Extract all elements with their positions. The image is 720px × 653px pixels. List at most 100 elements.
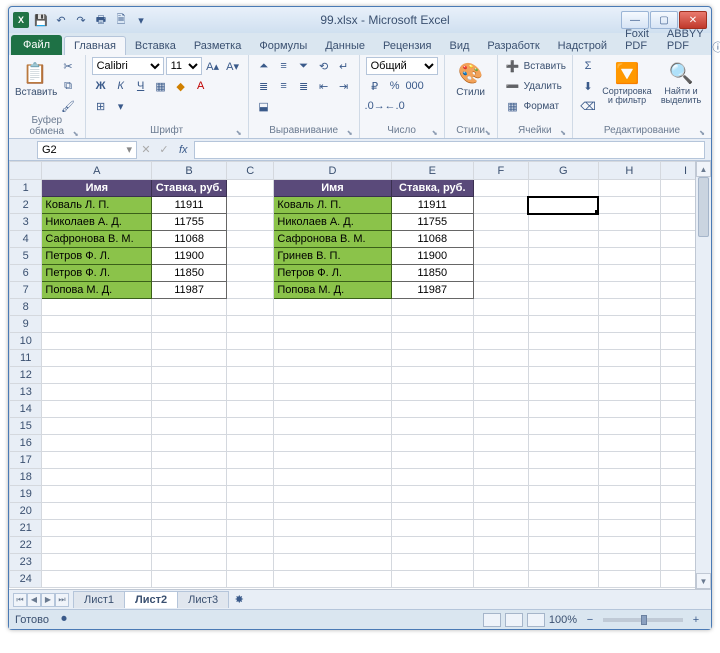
cell[interactable]: 11755 (391, 214, 473, 231)
cell[interactable] (274, 333, 391, 350)
cell[interactable] (42, 452, 152, 469)
more-font-icon[interactable]: ▾ (112, 97, 130, 115)
borders-icon[interactable]: ⊞ (92, 97, 110, 115)
cell[interactable]: Попова М. Д. (274, 282, 391, 299)
percent-icon[interactable]: % (386, 77, 404, 95)
cell[interactable] (152, 350, 227, 367)
cell[interactable]: Сафронова В. М. (42, 231, 152, 248)
col-header[interactable]: G (528, 162, 598, 180)
print-icon[interactable]: 🖶 (93, 12, 109, 28)
cancel-fx-icon[interactable]: ✕ (137, 141, 155, 159)
vertical-scrollbar[interactable]: ▲ ▼ (695, 161, 711, 589)
autosum-icon[interactable]: Σ (579, 57, 597, 75)
cell[interactable] (473, 571, 528, 588)
tab-foxit pdf[interactable]: Foxit PDF (616, 25, 658, 55)
zoom-slider[interactable] (603, 618, 683, 622)
sheet-next-icon[interactable]: ▶ (41, 593, 55, 607)
font-name-select[interactable]: Calibri (92, 57, 164, 75)
cell[interactable] (274, 503, 391, 520)
tab-разметка[interactable]: Разметка (185, 37, 251, 55)
cell[interactable] (391, 299, 473, 316)
view-layout-icon[interactable] (505, 613, 523, 627)
align-bottom-icon[interactable]: ⏷ (295, 57, 313, 75)
fx-icon[interactable]: fx (179, 144, 188, 156)
cell[interactable] (274, 316, 391, 333)
cell[interactable] (598, 435, 660, 452)
new-sheet-icon[interactable]: ✸ (230, 591, 248, 609)
cell[interactable] (473, 486, 528, 503)
cell[interactable] (473, 401, 528, 418)
row-header[interactable]: 16 (10, 435, 42, 452)
cell[interactable] (391, 333, 473, 350)
cell[interactable] (598, 384, 660, 401)
cell[interactable] (227, 537, 274, 554)
cell[interactable] (42, 537, 152, 554)
cell[interactable] (152, 384, 227, 401)
cell[interactable]: Петров Ф. Л. (42, 248, 152, 265)
italic-icon[interactable]: К (112, 77, 130, 95)
cell[interactable]: Ставка, руб. (391, 180, 473, 197)
align-top-icon[interactable]: ⏶ (255, 57, 273, 75)
cell[interactable] (473, 248, 528, 265)
cell[interactable]: 11755 (152, 214, 227, 231)
cell[interactable] (391, 452, 473, 469)
cell[interactable] (528, 299, 598, 316)
tab-file[interactable]: Файл (11, 35, 62, 55)
styles-button[interactable]: 🎨 Стили (451, 57, 491, 98)
cell[interactable] (42, 418, 152, 435)
cell[interactable] (528, 180, 598, 197)
row-header[interactable]: 3 (10, 214, 42, 231)
cell[interactable]: Петров Ф. Л. (42, 265, 152, 282)
cell[interactable] (473, 265, 528, 282)
cell[interactable] (152, 486, 227, 503)
cell[interactable] (274, 401, 391, 418)
clear-icon[interactable]: ⌫ (579, 97, 597, 115)
cell[interactable] (473, 503, 528, 520)
shrink-font-icon[interactable]: A▾ (224, 57, 242, 75)
cell[interactable] (473, 180, 528, 197)
dec-decimal-icon[interactable]: ←.0 (386, 97, 404, 115)
cell[interactable] (528, 384, 598, 401)
row-header[interactable]: 12 (10, 367, 42, 384)
cell[interactable] (598, 316, 660, 333)
cell[interactable]: 11911 (391, 197, 473, 214)
cell[interactable] (391, 571, 473, 588)
qat-dropdown-icon[interactable]: ▾ (133, 12, 149, 28)
cell[interactable] (227, 520, 274, 537)
cell[interactable] (42, 367, 152, 384)
cell[interactable] (42, 520, 152, 537)
cell[interactable]: 11900 (152, 248, 227, 265)
cell[interactable] (391, 469, 473, 486)
cell[interactable] (227, 333, 274, 350)
cell[interactable] (598, 452, 660, 469)
cell[interactable] (152, 316, 227, 333)
cell[interactable] (227, 503, 274, 520)
font-size-select[interactable]: 11 (166, 57, 202, 75)
grow-font-icon[interactable]: A▴ (204, 57, 222, 75)
cell[interactable] (42, 503, 152, 520)
cell[interactable] (528, 214, 598, 231)
cell[interactable] (274, 554, 391, 571)
cell[interactable]: Петров Ф. Л. (274, 265, 391, 282)
cell[interactable] (391, 503, 473, 520)
cell[interactable] (528, 537, 598, 554)
insert-cells-icon[interactable]: ➕ (504, 57, 522, 75)
col-header[interactable]: C (227, 162, 274, 180)
cell[interactable] (473, 350, 528, 367)
formula-bar[interactable] (194, 141, 705, 159)
number-format-select[interactable]: Общий (366, 57, 438, 75)
cell[interactable] (42, 350, 152, 367)
row-header[interactable]: 21 (10, 520, 42, 537)
zoom-out-icon[interactable]: − (581, 611, 599, 629)
cell[interactable] (528, 367, 598, 384)
delete-label[interactable]: Удалить (524, 81, 562, 92)
cell[interactable] (473, 435, 528, 452)
grid[interactable]: ABCDEFGHI1ИмяСтавка, руб.ИмяСтавка, руб.… (9, 161, 711, 589)
cell[interactable] (598, 333, 660, 350)
cell[interactable] (598, 469, 660, 486)
cell[interactable] (274, 299, 391, 316)
cell[interactable] (152, 418, 227, 435)
cell[interactable] (473, 197, 528, 214)
cell[interactable] (152, 299, 227, 316)
cell[interactable] (391, 384, 473, 401)
